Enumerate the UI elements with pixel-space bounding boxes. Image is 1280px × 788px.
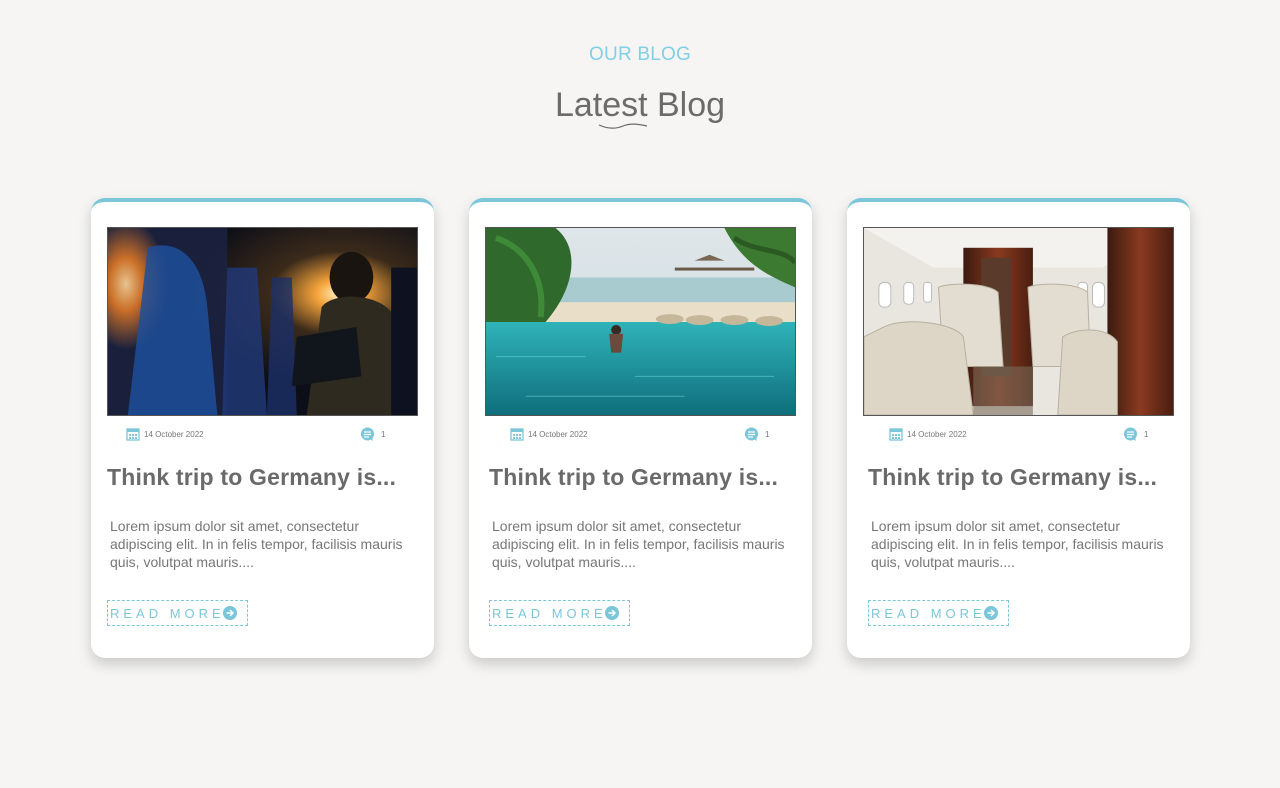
post-date-text: 14 October 2022	[144, 429, 204, 439]
post-image[interactable]	[107, 227, 418, 416]
comment-icon	[1124, 427, 1137, 441]
post-date-text: 14 October 2022	[528, 429, 588, 439]
post-title[interactable]: Think trip to Germany is...	[489, 464, 778, 491]
comment-icon	[745, 427, 758, 441]
comment-icon	[361, 427, 374, 441]
post-excerpt: Lorem ipsum dolor sit amet, consectetur …	[110, 518, 403, 570]
post-date-text: 14 October 2022	[907, 429, 967, 439]
calendar-icon	[126, 428, 140, 441]
post-title[interactable]: Think trip to Germany is...	[107, 464, 396, 491]
blog-card: 14 October 2022 1 Think trip to Germany …	[847, 198, 1190, 658]
arrow-right-circle-icon	[222, 606, 237, 620]
private-jet-cabin-image	[864, 228, 1173, 415]
calendar-icon	[510, 428, 524, 441]
post-image[interactable]	[485, 227, 796, 416]
section-eyebrow: OUR BLOG	[589, 44, 691, 65]
comment-count: 1	[765, 430, 770, 439]
blog-card: 14 October 2022 1 Think trip to Germany …	[469, 198, 812, 658]
airplane-window-image	[108, 228, 417, 415]
section-title: Latest Blog	[554, 86, 726, 124]
blog-card: 14 October 2022 1 Think trip to Germany …	[91, 198, 434, 658]
post-comments[interactable]: 1	[1123, 427, 1148, 442]
read-more-button[interactable]: READ MORE	[489, 600, 630, 626]
post-image[interactable]	[863, 227, 1174, 416]
post-excerpt: Lorem ipsum dolor sit amet, consectetur …	[492, 518, 785, 570]
arrow-right-circle-icon	[983, 606, 998, 620]
calendar-icon	[889, 428, 903, 441]
post-comments[interactable]: 1	[360, 427, 385, 442]
post-date: 14 October 2022	[510, 427, 588, 441]
read-more-label: READ MORE	[492, 605, 607, 621]
infinity-pool-image	[486, 228, 795, 415]
squiggle-divider-icon	[598, 123, 648, 129]
read-more-label: READ MORE	[871, 605, 986, 621]
read-more-button[interactable]: READ MORE	[868, 600, 1009, 626]
comment-count: 1	[1144, 430, 1149, 439]
read-more-label: READ MORE	[110, 605, 225, 621]
post-comments[interactable]: 1	[744, 427, 769, 442]
arrow-right-circle-icon	[604, 606, 619, 620]
comment-count: 1	[381, 430, 386, 439]
post-excerpt: Lorem ipsum dolor sit amet, consectetur …	[871, 518, 1164, 570]
read-more-button[interactable]: READ MORE	[107, 600, 248, 626]
post-title[interactable]: Think trip to Germany is...	[868, 464, 1157, 491]
post-date: 14 October 2022	[126, 427, 204, 441]
post-date: 14 October 2022	[889, 427, 967, 441]
